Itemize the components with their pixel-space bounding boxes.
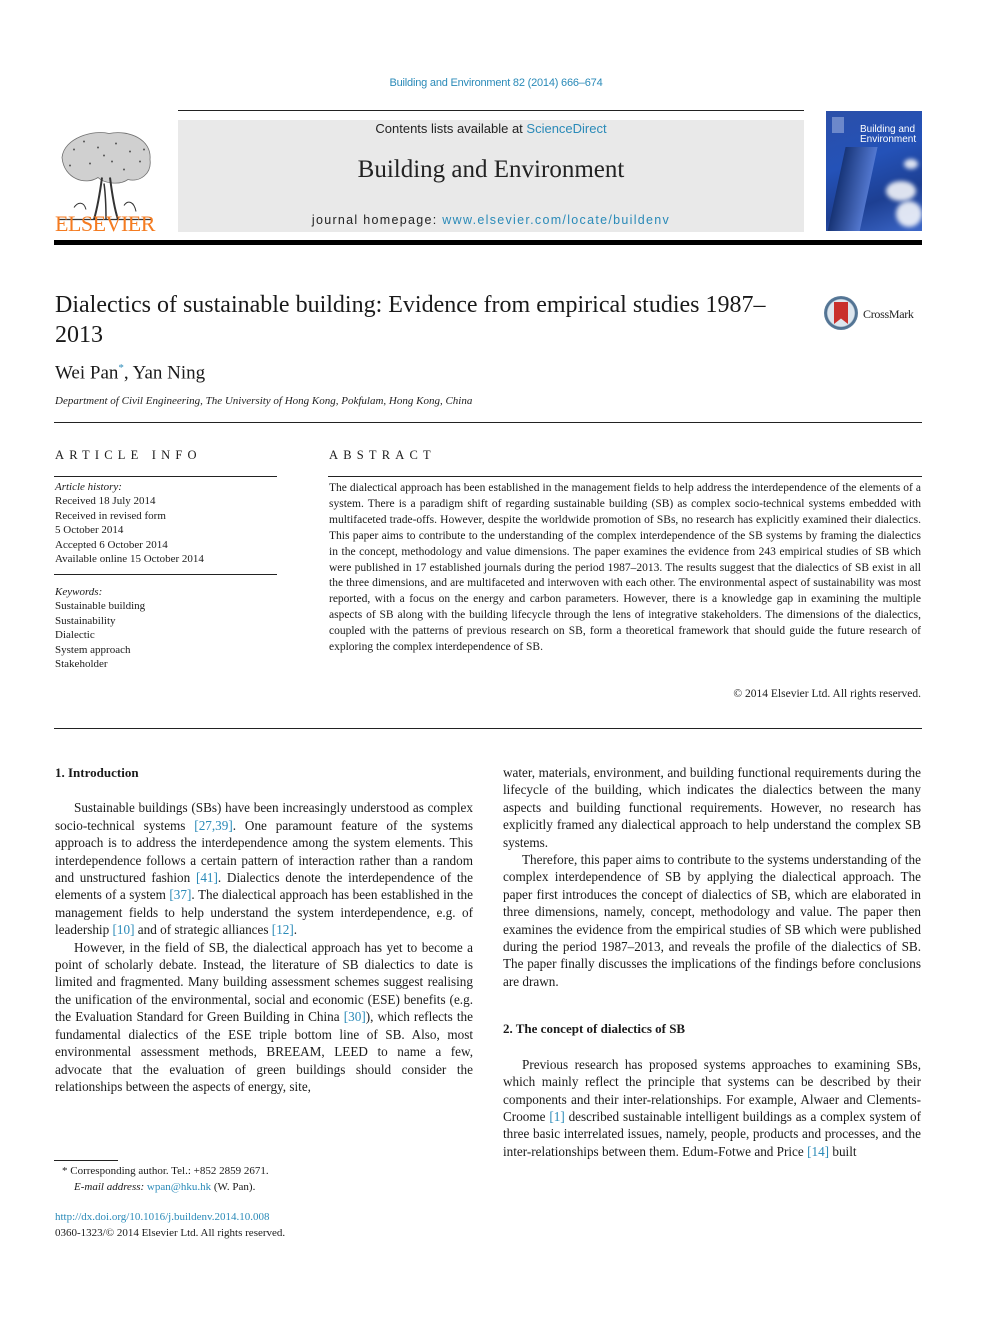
divider-rule — [328, 476, 922, 477]
article-title: Dialectics of sustainable building: Evid… — [55, 292, 766, 348]
keyword-item: Sustainability — [55, 614, 116, 627]
divider-rule — [54, 476, 277, 477]
article-info-heading: ARTICLE INFO — [55, 448, 202, 462]
doi-link[interactable]: http://dx.doi.org/10.1016/j.buildenv.201… — [55, 1210, 285, 1226]
footnote: * Corresponding author. Tel.: +852 2859 … — [62, 1164, 269, 1195]
section-heading-introduction: 1. Introduction — [55, 765, 139, 780]
journal-name: Building and Environment — [357, 156, 625, 183]
cover-tower-graphic — [826, 147, 878, 231]
paragraph: water, materials, environment, and build… — [503, 764, 921, 851]
abstract-text: The dialectical approach has been establ… — [329, 482, 921, 654]
contents-line: Contents lists available at ScienceDirec… — [178, 121, 804, 136]
cover-cloud — [896, 201, 922, 227]
keyword-item: System approach — [55, 643, 131, 656]
journal-homepage: journal homepage: www.elsevier.com/locat… — [178, 213, 804, 227]
contents-prefix: Contents lists available at — [375, 121, 527, 136]
doi-block: http://dx.doi.org/10.1016/j.buildenv.201… — [55, 1210, 285, 1241]
email-label: E-mail address: — [74, 1180, 145, 1193]
email-link[interactable]: wpan@hku.hk — [147, 1181, 211, 1193]
body-column-right: water, materials, environment, and build… — [503, 764, 921, 1160]
corresponding-author-text: Corresponding author. Tel.: +852 2859 26… — [67, 1165, 269, 1177]
sciencedirect-link[interactable]: ScienceDirect — [526, 121, 606, 136]
homepage-link[interactable]: www.elsevier.com/locate/buildenv — [442, 213, 670, 227]
paragraph: However, in the field of SB, the dialect… — [55, 939, 473, 1096]
author-name: Wei Pan — [55, 362, 119, 384]
paragraph-text: built — [829, 1143, 857, 1159]
email-suffix: (W. Pan). — [211, 1180, 256, 1193]
keyword-item: Dialectic — [55, 629, 95, 642]
elsevier-wordmark[interactable]: ELSEVIER — [54, 213, 156, 235]
corresponding-author-note: * Corresponding author. Tel.: +852 2859 … — [62, 1164, 269, 1180]
history-item: Accepted 6 October 2014 — [55, 538, 168, 551]
paragraph: Therefore, this paper aims to contribute… — [503, 851, 921, 990]
keyword-item: Sustainable building — [55, 600, 146, 613]
history-item: Available online 15 October 2014 — [55, 553, 204, 566]
citation-link[interactable]: [12] — [272, 922, 294, 937]
citation-link[interactable]: [14] — [807, 1144, 829, 1159]
keywords: Keywords: Sustainable building Sustainab… — [55, 585, 277, 671]
divider-rule — [54, 422, 922, 423]
crossmark-badge[interactable]: CrossMark — [824, 295, 924, 335]
history-item: Received in revised form — [55, 509, 166, 522]
citation-link[interactable]: [1] — [549, 1109, 564, 1124]
paragraph: Previous research has proposed systems a… — [503, 1056, 921, 1160]
crossmark-label: CrossMark — [863, 307, 914, 321]
running-head[interactable]: Building and Environment 82 (2014) 666–6… — [0, 77, 992, 89]
footnote-rule — [54, 1160, 118, 1161]
paragraph-text: Therefore, this paper aims to contribute… — [503, 852, 921, 989]
paragraph-text: described sustainable intelligent buildi… — [503, 1108, 921, 1159]
citation-link[interactable]: [37] — [169, 887, 191, 902]
email-note: E-mail address: wpan@hku.hk (W. Pan). — [62, 1180, 269, 1196]
citation-link[interactable]: [30] — [344, 1009, 366, 1024]
affiliation: Department of Civil Engineering, The Uni… — [55, 395, 473, 407]
cover-cloud — [904, 159, 918, 169]
cover-cloud — [886, 181, 916, 201]
masthead-top-rule — [178, 110, 804, 111]
history-item: 5 October 2014 — [55, 524, 124, 537]
divider-rule — [54, 728, 922, 729]
paragraph-text: water, materials, environment, and build… — [503, 765, 921, 850]
author-name: Yan Ning — [132, 362, 206, 384]
journal-cover-image[interactable]: Building and Environment — [826, 111, 922, 231]
cover-title: Building and Environment — [860, 125, 916, 145]
author-list: Wei Pan*, Yan Ning — [55, 362, 205, 384]
cover-title-line2: Environment — [860, 134, 917, 145]
article-history: Article history: Received 18 July 2014 R… — [55, 480, 277, 566]
article-history-label: Article history: — [55, 481, 122, 493]
divider-rule — [54, 574, 277, 575]
body-column-left: 1. Introduction Sustainable buildings (S… — [55, 764, 473, 1095]
homepage-prefix: journal homepage: — [311, 213, 443, 227]
author-separator: , — [123, 362, 133, 384]
masthead-thick-rule — [54, 240, 922, 245]
keyword-item: Stakeholder — [55, 658, 108, 671]
keywords-label: Keywords: — [55, 586, 103, 598]
paragraph-text: and of strategic alliances — [134, 922, 272, 938]
section-heading-concept: 2. The concept of dialectics of SB — [503, 1021, 686, 1037]
citation-link[interactable]: [41] — [196, 870, 218, 885]
cover-publisher-logo-icon — [832, 117, 844, 133]
citation-link[interactable]: [10] — [113, 922, 135, 937]
abstract-heading: ABSTRACT — [329, 448, 436, 462]
paragraph: Sustainable buildings (SBs) have been in… — [55, 799, 473, 938]
issn-copyright: 0360-1323/© 2014 Elsevier Ltd. All right… — [55, 1226, 286, 1239]
citation-link[interactable]: [27,39] — [194, 818, 232, 833]
paragraph-text: . — [293, 922, 298, 938]
abstract-copyright: © 2014 Elsevier Ltd. All rights reserved… — [733, 688, 921, 700]
history-item: Received 18 July 2014 — [55, 495, 156, 508]
